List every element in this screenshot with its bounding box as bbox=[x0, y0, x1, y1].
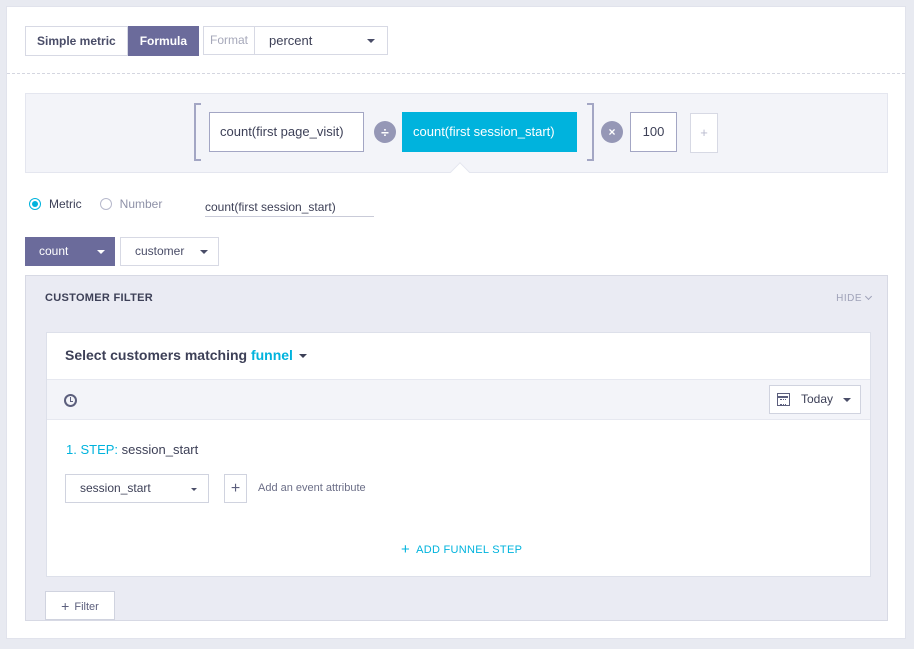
metric-radio[interactable] bbox=[29, 198, 41, 210]
divide-operator-icon[interactable]: ÷ bbox=[374, 121, 396, 143]
entity-dropdown[interactable]: customer bbox=[120, 237, 219, 266]
funnel-mode-dropdown[interactable]: funnel bbox=[251, 347, 293, 363]
chevron-down-icon bbox=[97, 250, 105, 254]
chevron-down-icon[interactable] bbox=[298, 354, 307, 359]
customer-filter-title: CUSTOMER FILTER bbox=[45, 292, 153, 304]
chevron-down-icon bbox=[367, 39, 375, 43]
chevron-down-icon bbox=[864, 292, 873, 301]
entity-value: customer bbox=[135, 244, 185, 258]
add-event-attribute-button[interactable]: + bbox=[224, 474, 247, 503]
formula-button[interactable]: Formula bbox=[127, 26, 200, 56]
chevron-down-icon bbox=[843, 398, 851, 402]
funnel-heading-prefix: Select customers matching bbox=[65, 347, 248, 363]
formula-term-2-selected[interactable]: count(first session_start) bbox=[402, 112, 577, 152]
plus-icon: + bbox=[401, 541, 411, 558]
funnel-heading: Select customers matching funnel bbox=[65, 347, 307, 363]
time-range-value: Today bbox=[801, 392, 834, 406]
filter-button-label: Filter bbox=[74, 601, 99, 613]
format-control: Format percent bbox=[203, 26, 388, 55]
section-divider bbox=[7, 73, 905, 74]
aggregation-function-value: count bbox=[39, 244, 69, 258]
time-bar: Today bbox=[47, 379, 870, 420]
aggregation-function-dropdown[interactable]: count bbox=[25, 237, 115, 266]
number-radio-label[interactable]: Number bbox=[120, 197, 163, 211]
chevron-down-icon bbox=[200, 250, 208, 254]
time-range-dropdown[interactable]: Today bbox=[769, 385, 861, 414]
customer-filter-panel: CUSTOMER FILTER HIDE Select customers ma… bbox=[25, 275, 888, 621]
plus-icon: + bbox=[61, 598, 70, 614]
left-bracket bbox=[194, 103, 201, 161]
step-name: session_start bbox=[121, 442, 199, 457]
event-select[interactable]: session_start bbox=[65, 474, 209, 503]
funnel-step-heading: 1. STEP: session_start bbox=[66, 442, 198, 457]
funnel-filter-box: Select customers matching funnel Today 1… bbox=[46, 332, 871, 577]
hide-label: HIDE bbox=[836, 293, 862, 304]
hide-toggle[interactable]: HIDE bbox=[836, 292, 873, 304]
metric-radio-label[interactable]: Metric bbox=[49, 197, 82, 211]
multiply-operator-icon[interactable]: × bbox=[601, 121, 623, 143]
add-filter-button[interactable]: + Filter bbox=[45, 591, 115, 620]
chevron-down-icon bbox=[191, 488, 197, 491]
format-label: Format bbox=[204, 27, 255, 54]
right-bracket bbox=[587, 103, 594, 161]
calendar-icon bbox=[777, 393, 790, 406]
number-radio[interactable] bbox=[99, 198, 112, 210]
event-select-value: session_start bbox=[80, 481, 151, 495]
add-event-attribute-label[interactable]: Add an event attribute bbox=[258, 482, 366, 494]
formula-bar: count(first page_visit) ÷ count(first se… bbox=[25, 93, 888, 173]
add-funnel-step-label: ADD FUNNEL STEP bbox=[416, 544, 523, 556]
add-funnel-step-button[interactable]: + ADD FUNNEL STEP bbox=[401, 540, 523, 558]
format-select[interactable]: percent bbox=[255, 27, 387, 54]
mode-toggle: Simple metric Formula bbox=[25, 26, 200, 56]
metric-editor-card: Simple metric Formula Format percent cou… bbox=[6, 6, 906, 639]
formula-term-3[interactable]: 100 bbox=[630, 112, 677, 152]
operand-type-radios: Metric Number bbox=[29, 197, 180, 211]
format-value: percent bbox=[269, 33, 313, 48]
formula-term-1[interactable]: count(first page_visit) bbox=[209, 112, 364, 152]
clock-icon[interactable] bbox=[64, 394, 77, 407]
step-number: 1. STEP: bbox=[66, 442, 119, 457]
add-term-button[interactable]: + bbox=[690, 113, 718, 153]
metric-value-input[interactable]: count(first session_start) bbox=[205, 197, 374, 217]
simple-metric-button[interactable]: Simple metric bbox=[25, 26, 128, 56]
